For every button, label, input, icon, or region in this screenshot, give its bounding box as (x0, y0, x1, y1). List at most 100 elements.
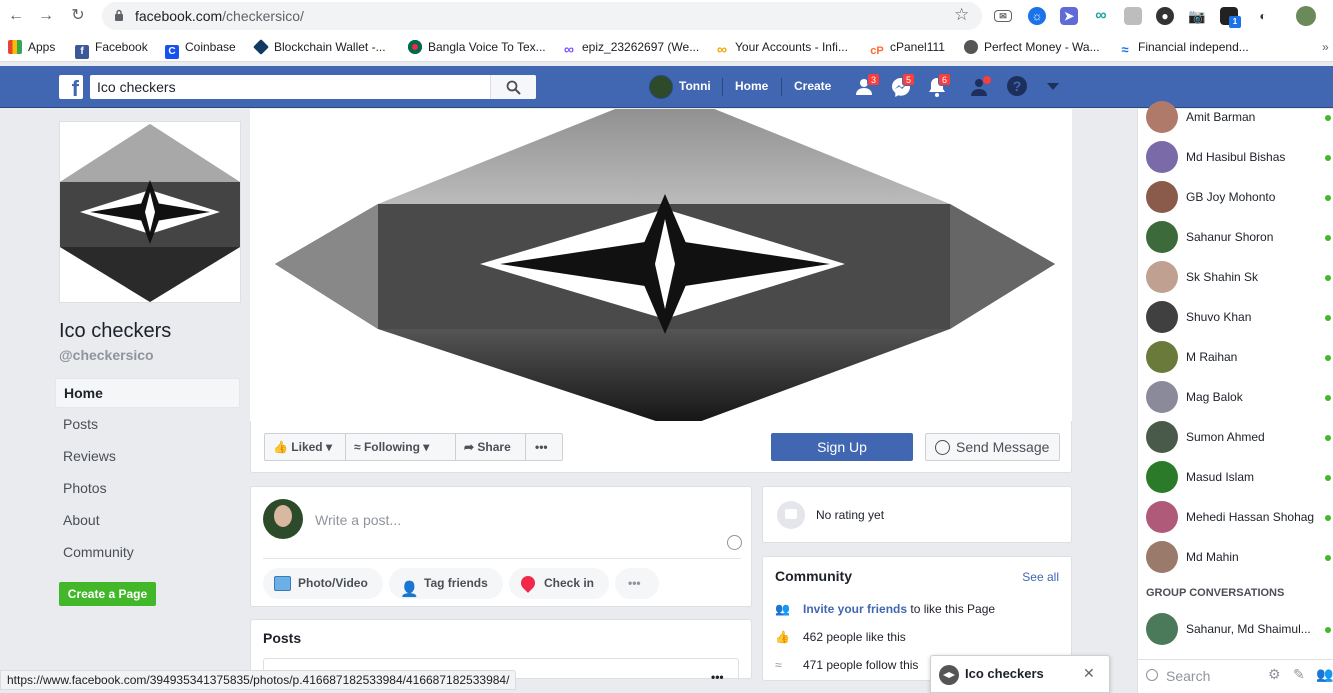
chat-contact[interactable]: Md Mahin (1138, 537, 1333, 577)
user-avatar[interactable] (649, 75, 673, 99)
address-bar[interactable]: facebook.com/checkersico/ ☆ (102, 2, 982, 30)
bookmark-blockchain[interactable]: Blockchain Wallet -... (253, 38, 386, 56)
chat-contact[interactable]: Mehedi Hassan Shohag (1138, 497, 1333, 537)
create-group-icon[interactable]: 👥 (1316, 666, 1333, 683)
mail-icon[interactable]: ✉ (994, 10, 1012, 22)
close-icon[interactable]: ✕ (1083, 665, 1095, 682)
sign-up-button[interactable]: Sign Up (771, 433, 913, 461)
check-in-button[interactable]: Check in (509, 568, 609, 599)
search-button[interactable] (490, 75, 536, 99)
contact-avatar (1146, 221, 1178, 253)
facebook-logo-icon[interactable]: f (59, 75, 83, 99)
send-message-button[interactable]: Send Message (925, 433, 1060, 461)
friends-activity-icon[interactable] (971, 76, 993, 98)
camera-icon[interactable]: 📷 (1188, 7, 1206, 25)
chat-contact[interactable]: Masud Islam (1138, 457, 1333, 497)
facebook-search-input[interactable]: Ico checkers (90, 75, 536, 99)
create-page-button[interactable]: Create a Page (59, 582, 156, 606)
friend-requests-badge: 3 (867, 73, 880, 86)
post-options-icon[interactable]: ••• (711, 670, 724, 684)
cover-photo[interactable] (250, 109, 1072, 421)
chat-contact[interactable]: Sumon Ahmed (1138, 417, 1333, 457)
bookmark-your-accounts[interactable]: ∞ Your Accounts - Infi... (715, 38, 848, 56)
extension-box-icon[interactable]: 1 (1220, 7, 1241, 28)
bookmark-star-icon[interactable]: ☆ (954, 5, 969, 25)
nav-about[interactable]: About (55, 506, 240, 536)
bookmark-bangla-voice[interactable]: Bangla Voice To Tex... (408, 38, 546, 56)
chat-settings-gear-icon[interactable]: ⚙ (1268, 666, 1281, 683)
create-link[interactable]: Create (794, 79, 831, 93)
chat-contact[interactable]: M Raihan (1138, 337, 1333, 377)
composer-avatar (263, 499, 303, 539)
chat-contact[interactable]: Shuvo Khan (1138, 297, 1333, 337)
chat-tab[interactable]: Ico checkers ✕ (930, 655, 1110, 693)
forward-icon[interactable]: → (36, 6, 56, 26)
new-message-icon[interactable]: ✎ (1293, 666, 1305, 683)
chat-search-input[interactable]: Search (1166, 668, 1210, 684)
write-post-input[interactable]: Write a post... (315, 512, 401, 528)
extension-dark-icon[interactable]: ◐ (1254, 7, 1272, 25)
liked-button[interactable]: 👍 Liked ▾ (264, 433, 346, 461)
cover-logo-image (275, 109, 1055, 421)
contact-name: Amit Barman (1186, 110, 1256, 124)
contact-name: Masud Islam (1186, 470, 1255, 484)
chat-contact[interactable]: Amit Barman (1138, 97, 1333, 137)
help-icon[interactable]: ? (1007, 76, 1027, 96)
contact-avatar (1146, 421, 1178, 453)
bookmark-coinbase[interactable]: C Coinbase (165, 38, 236, 59)
bookmark-financial[interactable]: ≈ Financial independ... (1118, 38, 1248, 57)
posts-heading: Posts (263, 630, 302, 646)
extension-compass-icon[interactable]: ☼ (1028, 7, 1046, 25)
nav-community[interactable]: Community (55, 538, 240, 568)
nav-posts[interactable]: Posts (55, 410, 240, 440)
contact-name: Md Mahin (1186, 550, 1239, 564)
invite-friends-link[interactable]: Invite your friends (803, 602, 907, 616)
page-handle[interactable]: @checkersico (59, 347, 154, 363)
nav-home[interactable]: Home (55, 378, 240, 408)
more-actions-button[interactable]: ••• (525, 433, 563, 461)
extension-orb-icon[interactable]: ● (1156, 7, 1174, 25)
bookmarks-bar: Apps f Facebook C Coinbase Blockchain Wall… (0, 32, 1333, 62)
extension-gray-icon[interactable] (1124, 7, 1142, 25)
bookmark-cpanel[interactable]: cP cPanel111 (870, 38, 945, 57)
following-button[interactable]: ≈ Following ▾ (345, 433, 456, 461)
nav-reviews[interactable]: Reviews (55, 442, 240, 472)
more-composer-options[interactable]: ••• (615, 568, 659, 599)
bookmark-perfect-money[interactable]: Perfect Money - Wa... (964, 38, 1100, 56)
chat-contact[interactable]: GB Joy Mohonto (1138, 177, 1333, 217)
contact-name: Mehedi Hassan Shohag (1186, 510, 1315, 524)
emoji-icon[interactable] (727, 535, 742, 550)
tag-friends-button[interactable]: 👤 Tag friends (389, 568, 503, 599)
contact-avatar (1146, 101, 1178, 133)
online-dot (1325, 475, 1331, 481)
page-profile-picture[interactable] (59, 121, 241, 303)
extension-link-icon[interactable]: ∞ (1092, 7, 1110, 25)
friend-requests-icon[interactable]: 3 (855, 73, 880, 98)
extension-cursor-icon[interactable]: ➤ (1060, 7, 1078, 25)
notifications-bell-icon[interactable]: 6 (926, 73, 951, 98)
apps-grid-icon (8, 40, 22, 54)
chat-contact[interactable]: Sk Shahin Sk (1138, 257, 1333, 297)
profile-link[interactable]: Tonni (679, 79, 711, 93)
profile-avatar[interactable] (1296, 6, 1316, 26)
see-all-link[interactable]: See all (1022, 570, 1059, 584)
home-link[interactable]: Home (735, 79, 768, 93)
bookmark-apps[interactable]: Apps (8, 38, 55, 56)
bookmarks-overflow-icon[interactable]: » (1322, 40, 1329, 54)
bookmark-epiz[interactable]: ∞ epiz_23262697 (We... (562, 38, 699, 56)
nav-photos[interactable]: Photos (55, 474, 240, 504)
photo-video-button[interactable]: Photo/Video (263, 568, 383, 599)
back-icon[interactable]: ← (6, 6, 26, 26)
chat-contact[interactable]: Md Hasibul Bishas (1138, 137, 1333, 177)
likes-icon: 👍 (775, 630, 790, 644)
bookmark-facebook[interactable]: f Facebook (75, 38, 148, 59)
reload-icon[interactable]: ↻ (68, 6, 88, 26)
online-dot (1325, 355, 1331, 361)
share-button[interactable]: ➦ Share (455, 433, 526, 461)
chat-contact[interactable]: Mag Balok (1138, 377, 1333, 417)
account-menu-caret-icon[interactable] (1047, 83, 1059, 90)
group-conversation-item[interactable]: Sahanur, Md Shaimul... (1138, 609, 1333, 649)
chat-contact[interactable]: Sahanur Shoron (1138, 217, 1333, 257)
location-pin-icon (518, 573, 538, 593)
messenger-icon[interactable]: 5 (890, 73, 915, 98)
